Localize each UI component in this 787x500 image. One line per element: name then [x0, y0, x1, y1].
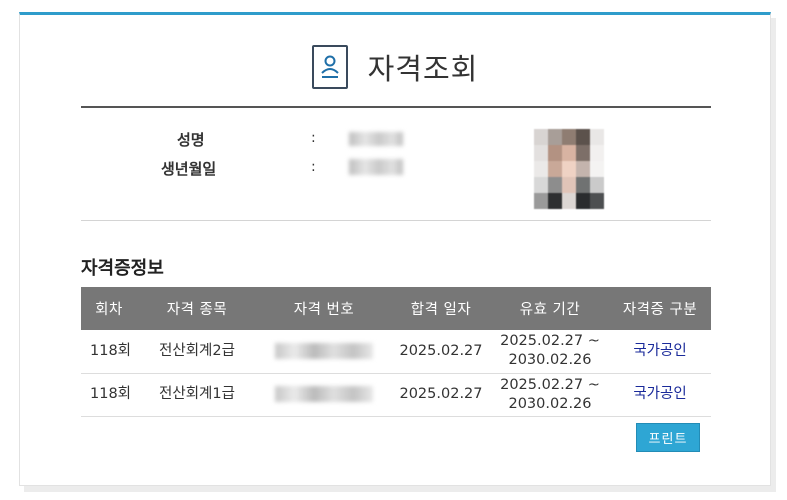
column-header-subject: 자격 종목 [137, 287, 257, 330]
certificate-table: 회차 자격 종목 자격 번호 합격 일자 유효 기간 자격증 구분 118회 전… [81, 287, 711, 417]
valid-from: 2025.02.27 ~ [500, 376, 600, 393]
cert-type-cell: 국가공인 [609, 373, 711, 417]
profile-divider [81, 220, 711, 221]
id-card-icon [311, 45, 348, 89]
certificate-section-title: 자격증정보 [81, 258, 164, 279]
column-header-pass-date: 합격 일자 [391, 287, 491, 330]
valid-period-cell: 2025.02.27 ~ 2030.02.26 [491, 373, 609, 417]
print-button[interactable]: 프린트 [636, 423, 700, 452]
profile-photo-redacted [534, 129, 604, 209]
title-row: 자격조회 [20, 42, 770, 92]
table-row: 118회 전산회계1급 2025.02.27 2025.02.27 ~ 2030… [81, 373, 711, 417]
round-cell: 118회 [81, 373, 137, 417]
name-separator: : [311, 130, 316, 146]
subject-cell: 전산회계1급 [137, 373, 257, 417]
birth-date-label: 생년월일 [161, 160, 217, 178]
valid-from: 2025.02.27 ~ [500, 333, 600, 350]
pass-date-cell: 2025.02.27 [391, 373, 491, 417]
valid-to: 2030.02.26 [508, 395, 592, 412]
table-header-row: 회차 자격 종목 자격 번호 합격 일자 유효 기간 자격증 구분 [81, 287, 711, 330]
cert-number-redacted [275, 342, 373, 359]
valid-period-cell: 2025.02.27 ~ 2030.02.26 [491, 330, 609, 374]
table-row: 118회 전산회계2급 2025.02.27 2025.02.27 ~ 2030… [81, 330, 711, 374]
certificate-lookup-card: 자격조회 성명 : 생년월일 : 자격증정보 회차 자격 종목 자격 번호 합격… [19, 12, 771, 486]
header-divider [81, 106, 711, 108]
birth-date-separator: : [311, 159, 316, 175]
pass-date-cell: 2025.02.27 [391, 330, 491, 374]
cert-number-cell [257, 373, 391, 417]
column-header-cert-type: 자격증 구분 [609, 287, 711, 330]
subject-cell: 전산회계2급 [137, 330, 257, 374]
page-title: 자격조회 [367, 52, 479, 86]
column-header-valid-period: 유효 기간 [491, 287, 609, 330]
name-label: 성명 [177, 131, 205, 149]
cert-number-cell [257, 330, 391, 374]
cert-number-redacted [275, 386, 373, 402]
round-cell: 118회 [81, 330, 137, 374]
valid-to: 2030.02.26 [508, 352, 592, 369]
column-header-cert-number: 자격 번호 [257, 287, 391, 330]
cert-type-cell: 국가공인 [609, 330, 711, 374]
birth-date-value-redacted [349, 159, 403, 175]
name-value-redacted [349, 132, 403, 146]
column-header-round: 회차 [81, 287, 137, 330]
